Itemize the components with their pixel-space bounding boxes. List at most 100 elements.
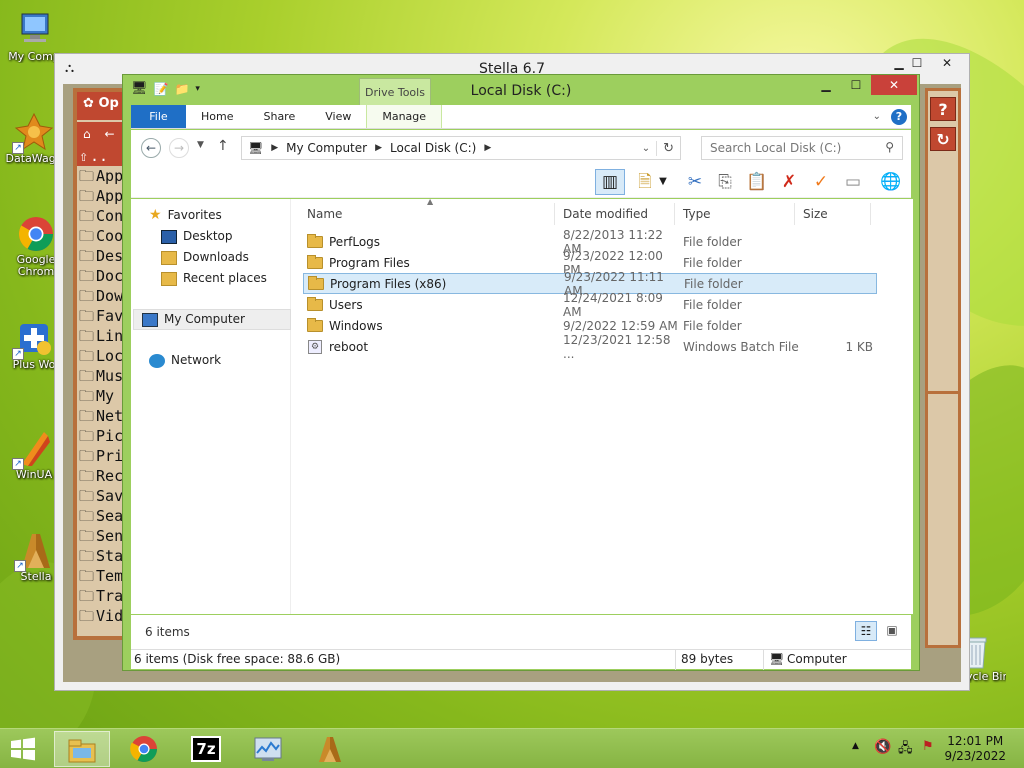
refresh-icon[interactable]: ↻ <box>656 140 680 156</box>
address-bar[interactable]: 🖥 ▶ My Computer ▶ Local Disk (C:) ▶ ⌄ ↻ <box>241 136 681 160</box>
tab-file[interactable]: File <box>131 105 186 128</box>
details-view-button[interactable]: ☷ <box>855 621 877 641</box>
help-button[interactable]: ? <box>930 97 956 121</box>
copy-icon[interactable]: ⎘ <box>713 170 737 194</box>
taskbar-7zip[interactable]: 7z <box>178 731 234 767</box>
properties-icon[interactable]: ▭ <box>841 170 865 194</box>
minimize-button[interactable]: ▁ <box>811 75 841 95</box>
address-dropdown-icon[interactable]: ⌄ <box>642 143 650 154</box>
nav-favorites[interactable]: ★ Favorites <box>141 205 291 226</box>
tab-home[interactable]: Home <box>186 105 248 128</box>
nav-my-computer[interactable]: My Computer <box>133 309 291 330</box>
file-list-pane: ▲ Name Date modified Type Size PerfLogs 8… <box>291 197 913 614</box>
help-icon[interactable]: ? <box>891 108 907 125</box>
cut-icon[interactable]: ✂ <box>683 170 707 194</box>
network-globe-icon[interactable]: 🌐 <box>879 170 903 194</box>
explorer-window[interactable]: 🖥 📝 📁 ▾ Drive Tools Local Disk (C:) ▁ ☐ … <box>122 74 920 671</box>
show-hidden-icons-icon[interactable]: ▲ <box>852 741 859 751</box>
file-name-cell: Users <box>303 296 563 312</box>
file-row[interactable]: Users 12/24/2021 8:09 AM File folder <box>303 291 877 319</box>
file-name-cell: Program Files (x86) <box>304 275 564 291</box>
shortcut-arrow-icon: ↗ <box>14 560 26 572</box>
paste-icon[interactable]: 📋 <box>745 170 769 194</box>
file-name-cell: Windows <box>303 317 563 333</box>
file-type: File folder <box>683 297 742 312</box>
nav-recent-places[interactable]: Recent places <box>141 268 291 289</box>
reload-button[interactable]: ↻ <box>930 127 956 151</box>
folder-icon: 🗀 <box>79 607 95 625</box>
stella-file-label: Lin <box>96 327 124 345</box>
back-arrow-icon[interactable]: ← <box>94 127 114 141</box>
tab-view[interactable]: View <box>310 105 366 128</box>
volume-muted-icon[interactable]: 🔇 <box>874 739 891 755</box>
breadcrumb-local-disk[interactable]: Local Disk (C:) <box>390 141 476 155</box>
search-input[interactable]: Search Local Disk (C:) ⚲ <box>701 136 903 160</box>
stella-icon <box>319 737 341 762</box>
stella-file-label: App <box>96 167 124 185</box>
status-divider <box>675 650 676 670</box>
tab-manage[interactable]: Manage <box>366 105 443 128</box>
home-icon[interactable]: ⌂ <box>77 127 91 141</box>
folder-icon <box>308 275 324 290</box>
maximize-button[interactable]: ☐ <box>841 75 871 95</box>
file-type: File folder <box>683 234 742 249</box>
breadcrumb-separator-icon[interactable]: ▶ <box>271 143 278 153</box>
delete-icon[interactable]: ✗ <box>777 170 801 194</box>
column-header-date[interactable]: Date modified <box>555 203 675 225</box>
folder-icon: 🗀 <box>79 567 95 585</box>
status-bar: 6 items (Disk free space: 88.6 GB) 89 by… <box>131 649 911 670</box>
folder-icon <box>307 317 323 332</box>
breadcrumb-my-computer[interactable]: My Computer <box>286 141 367 155</box>
status-divider <box>763 650 764 670</box>
task-manager-icon <box>254 737 282 761</box>
network-status-icon[interactable]: 🖧 <box>898 739 913 761</box>
stella-file-label: Tra <box>96 587 124 605</box>
folder-icon <box>307 254 323 269</box>
stella-file-label: Pri <box>96 447 124 465</box>
stella-close-button[interactable]: ✕ <box>927 56 967 74</box>
gear-icon[interactable]: ✿ <box>83 96 94 111</box>
winuae-icon: ↗ <box>12 428 54 470</box>
nav-desktop[interactable]: Desktop <box>141 226 291 247</box>
preview-pane-icon[interactable]: ▥ <box>595 169 625 195</box>
forward-button[interactable]: → <box>169 138 189 158</box>
nav-network[interactable]: Network <box>141 350 291 371</box>
dropdown-icon[interactable]: ▼ <box>657 170 669 194</box>
file-row[interactable]: ⚙ reboot 12/23/2021 12:58 ... Windows Batch… <box>303 333 877 361</box>
start-button[interactable] <box>8 735 40 763</box>
folder-icon: 🗀 <box>79 447 95 465</box>
system-clock[interactable]: 12:01 PM 9/23/2022 <box>944 734 1006 764</box>
rename-icon[interactable]: ✓ <box>809 170 833 194</box>
tab-share[interactable]: Share <box>248 105 310 128</box>
action-center-icon[interactable]: ⚑ <box>922 739 934 754</box>
file-name: Program Files (x86) <box>330 276 447 291</box>
taskbar-chrome[interactable] <box>116 731 172 767</box>
file-name: PerfLogs <box>329 234 381 249</box>
stella-file-label: Rec <box>96 467 124 485</box>
file-type: File folder <box>683 318 742 333</box>
nav-downloads[interactable]: Downloads <box>141 247 291 268</box>
edit-icon[interactable]: 🗎 <box>633 170 657 194</box>
large-icons-view-button[interactable]: ▣ <box>881 621 903 641</box>
back-button[interactable]: ← <box>141 138 161 158</box>
close-button[interactable]: ✕ <box>871 75 917 95</box>
column-header-size[interactable]: Size <box>795 203 871 225</box>
stella-side-panel: ? ↻ <box>925 88 961 648</box>
breadcrumb-separator-icon[interactable]: ▶ <box>375 143 382 153</box>
explorer-titlebar[interactable]: 🖥 📝 📁 ▾ Drive Tools Local Disk (C:) ▁ ☐ … <box>123 75 919 105</box>
taskbar-file-explorer[interactable] <box>54 731 110 767</box>
taskbar-stella[interactable] <box>302 731 358 767</box>
breadcrumb-separator-icon[interactable]: ▶ <box>484 143 491 153</box>
column-header-name[interactable]: Name <box>299 203 555 225</box>
computer-icon <box>14 10 54 50</box>
item-count: 6 items <box>145 625 190 639</box>
stella-options-label[interactable]: Op <box>98 96 118 111</box>
recent-locations-icon[interactable]: ▼ <box>197 140 204 150</box>
expand-ribbon-icon[interactable]: ⌄ <box>873 111 881 122</box>
taskbar-task-manager[interactable] <box>240 731 296 767</box>
column-header-type[interactable]: Type <box>675 203 795 225</box>
file-name-cell: PerfLogs <box>303 233 563 249</box>
up-arrow-icon[interactable]: ↑ <box>217 138 229 154</box>
stella-file-label: Sea <box>96 507 124 525</box>
